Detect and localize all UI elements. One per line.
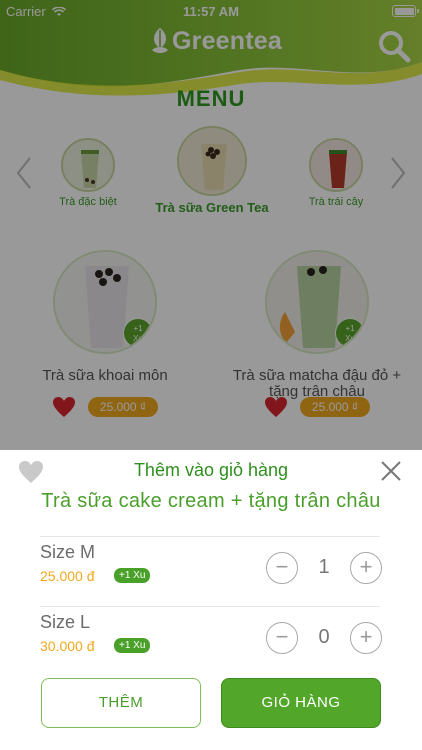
quantity-stepper: − 0 + <box>266 622 382 654</box>
dim-overlay[interactable] <box>0 0 422 450</box>
xu-badge: +1 Xu <box>114 568 151 583</box>
size-name: Size M <box>40 542 96 562</box>
cart-button[interactable]: GIỎ HÀNG <box>221 678 381 728</box>
sheet-title: Thêm vào giỏ hàng <box>133 460 289 480</box>
close-icon[interactable] <box>380 460 402 482</box>
increment-button[interactable]: + <box>350 552 382 584</box>
quantity-value: 1 <box>318 556 330 578</box>
decrement-button[interactable]: − <box>266 622 298 654</box>
sheet-product-name: Trà sữa cake cream + tặng trân châu <box>41 490 381 512</box>
size-row-m: Size M 25.000 đ +1 Xu − 1 + <box>40 542 382 596</box>
divider <box>40 606 380 607</box>
increment-button[interactable]: + <box>350 622 382 654</box>
xu-badge: +1 Xu <box>114 638 151 653</box>
divider <box>40 536 380 537</box>
quantity-value: 0 <box>318 626 330 648</box>
size-price: 25.000 đ <box>40 568 95 584</box>
decrement-button[interactable]: − <box>266 552 298 584</box>
add-button[interactable]: THÊM <box>41 678 201 728</box>
size-price: 30.000 đ <box>40 638 95 654</box>
quantity-stepper: − 1 + <box>266 552 382 584</box>
size-row-l: Size L 30.000 đ +1 Xu − 0 + <box>40 612 382 666</box>
size-name: Size L <box>40 612 91 632</box>
